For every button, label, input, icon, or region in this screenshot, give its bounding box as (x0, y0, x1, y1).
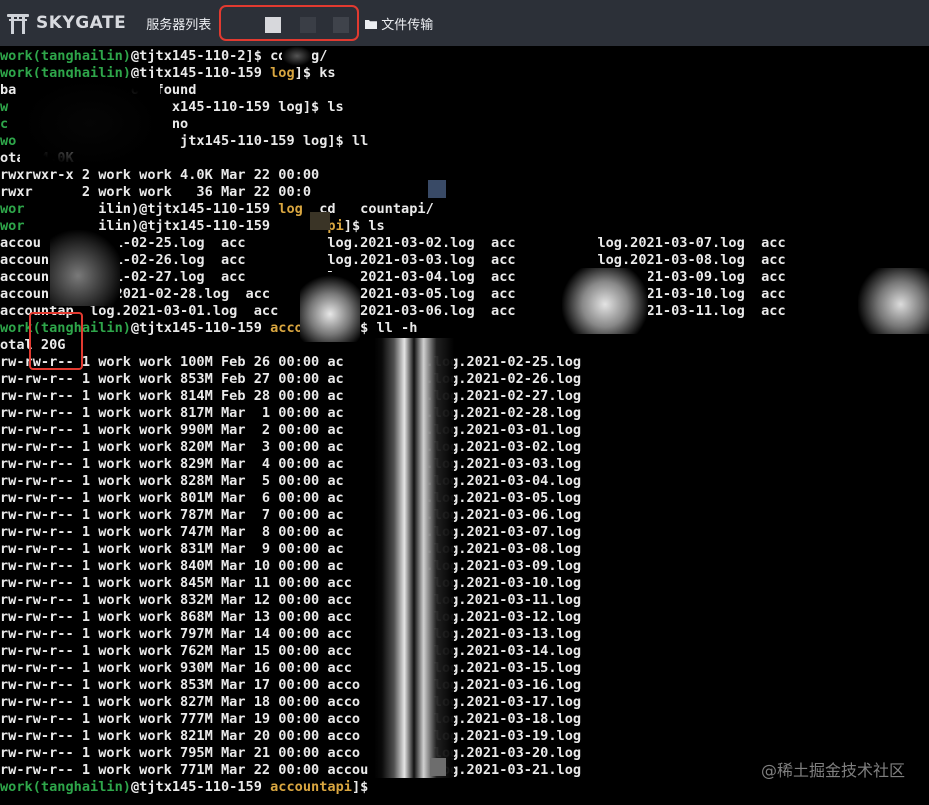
brand-name: SKYGATE (36, 13, 127, 33)
line-text: ]$ ll -h (351, 320, 418, 336)
terminal-window[interactable]: work(tanghailin)@tjtx145-110-2]$ cd log/… (0, 46, 929, 805)
privacy-blur (428, 180, 446, 198)
line-text: @tjtx145-110- (130, 48, 238, 64)
line-text: rw-rw-r-- 1 work work 762M Mar 15 00:00 … (0, 643, 582, 659)
line-text: rw-rw-r-- 1 work work 747M Mar 8 00:00 a… (0, 524, 582, 540)
total-size-highlight (29, 312, 83, 370)
server-list-link[interactable]: 服务器列表 (146, 14, 211, 33)
line-text: rw-rw-r-- 1 work work 100M Feb 26 00:00 … (0, 354, 582, 370)
line-text: rw-rw-r-- 1 work work 814M Feb 28 00:00 … (0, 388, 582, 404)
line-text: rw-rw-r-- 1 work work 868M Mar 13 00:00 … (0, 609, 582, 625)
terminal-line: work(tanghailin)@tjtx145-110-2]$ cd log/ (0, 48, 786, 65)
redacted-block (265, 17, 282, 33)
line-text: rw-rw-r-- 1 work work 787M Mar 7 00:00 a… (0, 507, 582, 523)
line-text: @tjtx145-110-159 (130, 779, 271, 795)
line-text: rwxrwxr-x 2 work work 4.0K Mar 22 00:00 (0, 167, 320, 183)
line-text: rw-rw-r-- 1 work work 829M Mar 4 00:00 a… (0, 456, 582, 472)
prompt-dir: accountapi (270, 779, 352, 795)
watermark-text: @稀土掘金技术社区 (760, 761, 905, 780)
prompt-user: wor (0, 218, 25, 234)
terminal-line: rwxrwxr-x 2 work work 4.0K Mar 22 00:00 (0, 167, 786, 184)
line-text: rw-rw-r-- 1 work work 930M Mar 16 00:00 … (0, 660, 582, 676)
line-text: ]$ ls (343, 218, 385, 234)
file-transfer-label: 文件传输 (381, 17, 434, 33)
privacy-blur (20, 78, 160, 168)
line-text: ]$ ks (294, 65, 336, 81)
redacted-block (333, 17, 350, 33)
line-text: rw-rw-r-- 1 work work 827M Mar 18 00:00 … (0, 694, 582, 710)
redacted-block (300, 17, 317, 33)
top-bar: SKYGATE 服务器列表 文件传输 (0, 0, 929, 46)
privacy-blur (562, 268, 648, 334)
privacy-blur (50, 230, 120, 306)
line-text: rw-rw-r-- 1 work work 795M Mar 21 00:00 … (0, 745, 582, 761)
brand-logo[interactable]: SKYGATE (6, 0, 126, 46)
line-text: rw-rw-r-- 1 work work 853M Mar 17 00:00 … (0, 677, 582, 693)
terminal-line: work(tanghailin)@tjtx145-110-159 account… (0, 779, 786, 796)
prompt-user: wor (0, 201, 25, 217)
line-text: rw-rw-r-- 1 work work 777M Mar 19 00:00 … (0, 711, 582, 727)
line-text: ]$ (351, 779, 369, 795)
prompt-user: w (0, 99, 9, 115)
privacy-blur (310, 212, 330, 230)
line-text: rw-rw-r-- 1 work work 797M Mar 14 00:00 … (0, 626, 582, 642)
line-text: rw-rw-r-- 1 work work 817M Mar 1 00:00 a… (0, 405, 582, 421)
prompt-user: wo (0, 133, 17, 149)
prompt-user: work(tanghailin) (0, 779, 131, 795)
line-text: rw-rw-r-- 1 work work 853M Feb 27 00:00 … (0, 371, 582, 387)
file-transfer-link[interactable]: 文件传输 (365, 14, 433, 33)
prompt-dir: log (270, 65, 295, 81)
line-text: ba (0, 82, 17, 98)
line-text: rw-rw-r-- 1 work work 845M Mar 11 00:00 … (0, 575, 582, 591)
line-text: rw-rw-r-- 1 work work 831M Mar 9 00:00 a… (0, 541, 582, 557)
folder-icon (365, 18, 378, 29)
line-text: rw-rw-r-- 1 work work 828M Mar 5 00:00 a… (0, 473, 582, 489)
line-text: ilin)@tjtx145-110-159 (24, 201, 279, 217)
privacy-blur (858, 268, 929, 334)
line-text: rw-rw-r-- 1 work work 840M Mar 10 00:00 … (0, 558, 582, 574)
prompt-dir: log (278, 201, 303, 217)
terminal-line: work(tanghailin)@tjtx145-110-159 account… (0, 320, 786, 337)
terminal-line: rwxr 2 work work 36 Mar 22 00:0 (0, 184, 786, 201)
line-text: @tjtx145-110-159 (130, 320, 271, 336)
prompt-user: c (0, 116, 9, 132)
privacy-blur (374, 338, 454, 778)
gate-logo-icon (6, 11, 30, 35)
redacted-server-tab[interactable] (219, 5, 360, 41)
privacy-blur (300, 272, 360, 342)
privacy-blur (282, 46, 312, 66)
line-text: rw-rw-r-- 1 work work 820M Mar 3 00:00 a… (0, 439, 582, 455)
prompt-user: work(tanghailin) (0, 48, 131, 64)
line-text: rw-rw-r-- 1 work work 801M Mar 6 00:00 a… (0, 490, 582, 506)
privacy-blur (430, 758, 446, 776)
line-text: rw-rw-r-- 1 work work 771M Mar 22 00:00 … (0, 762, 582, 778)
line-text: rwxr 2 work work 36 Mar 22 00:0 (0, 184, 311, 200)
line-text: rw-rw-r-- 1 work work 832M Mar 12 00:00 … (0, 592, 582, 608)
terminal-line: wor ilin)@tjtx145-110-159 log cd countap… (0, 201, 786, 218)
line-text: rw-rw-r-- 1 work work 990M Mar 2 00:00 a… (0, 422, 582, 438)
line-text: rw-rw-r-- 1 work work 821M Mar 20 00:00 … (0, 728, 582, 744)
